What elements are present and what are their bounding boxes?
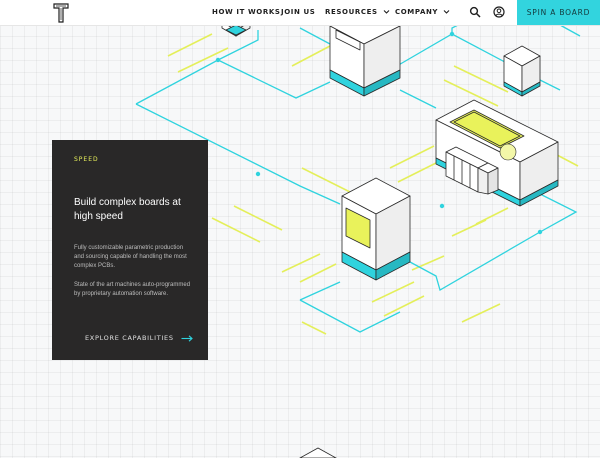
nav-resources[interactable]: RESOURCES (325, 8, 390, 16)
chevron-down-icon (383, 10, 390, 14)
bottom-partial-machine (299, 447, 337, 458)
account-icon[interactable] (493, 6, 505, 18)
printer-machine (341, 177, 411, 281)
nav-how-it-works[interactable]: HOW IT WORKS (212, 8, 281, 16)
spin-a-board-button[interactable]: SPIN A BOARD (517, 0, 600, 25)
speed-card: SPEED Build complex boards at high speed… (52, 140, 208, 360)
small-box-top-right (503, 45, 541, 97)
logo-icon[interactable] (53, 3, 69, 23)
arrow-right-icon (181, 334, 194, 342)
card-eyebrow: SPEED (74, 156, 99, 163)
nav-join-us[interactable]: JOIN US (281, 8, 315, 16)
search-icon[interactable] (469, 6, 481, 18)
assembly-machine (435, 99, 559, 207)
chevron-down-icon (443, 10, 450, 14)
card-paragraph: State of the art machines auto-programme… (74, 282, 191, 297)
card-paragraph: Fully customizable parametric production… (74, 245, 187, 269)
top-nav: HOW IT WORKS JOIN US RESOURCES COMPANY S… (0, 0, 600, 26)
explore-capabilities-label: EXPLORE CAPABILITIES (85, 334, 174, 342)
nav-company[interactable]: COMPANY (395, 8, 450, 16)
explore-capabilities-link[interactable]: EXPLORE CAPABILITIES (85, 334, 194, 342)
nav-resources-label: RESOURCES (325, 8, 378, 16)
nav-company-label: COMPANY (395, 8, 439, 16)
card-title: Build complex boards at high speed (74, 197, 181, 222)
